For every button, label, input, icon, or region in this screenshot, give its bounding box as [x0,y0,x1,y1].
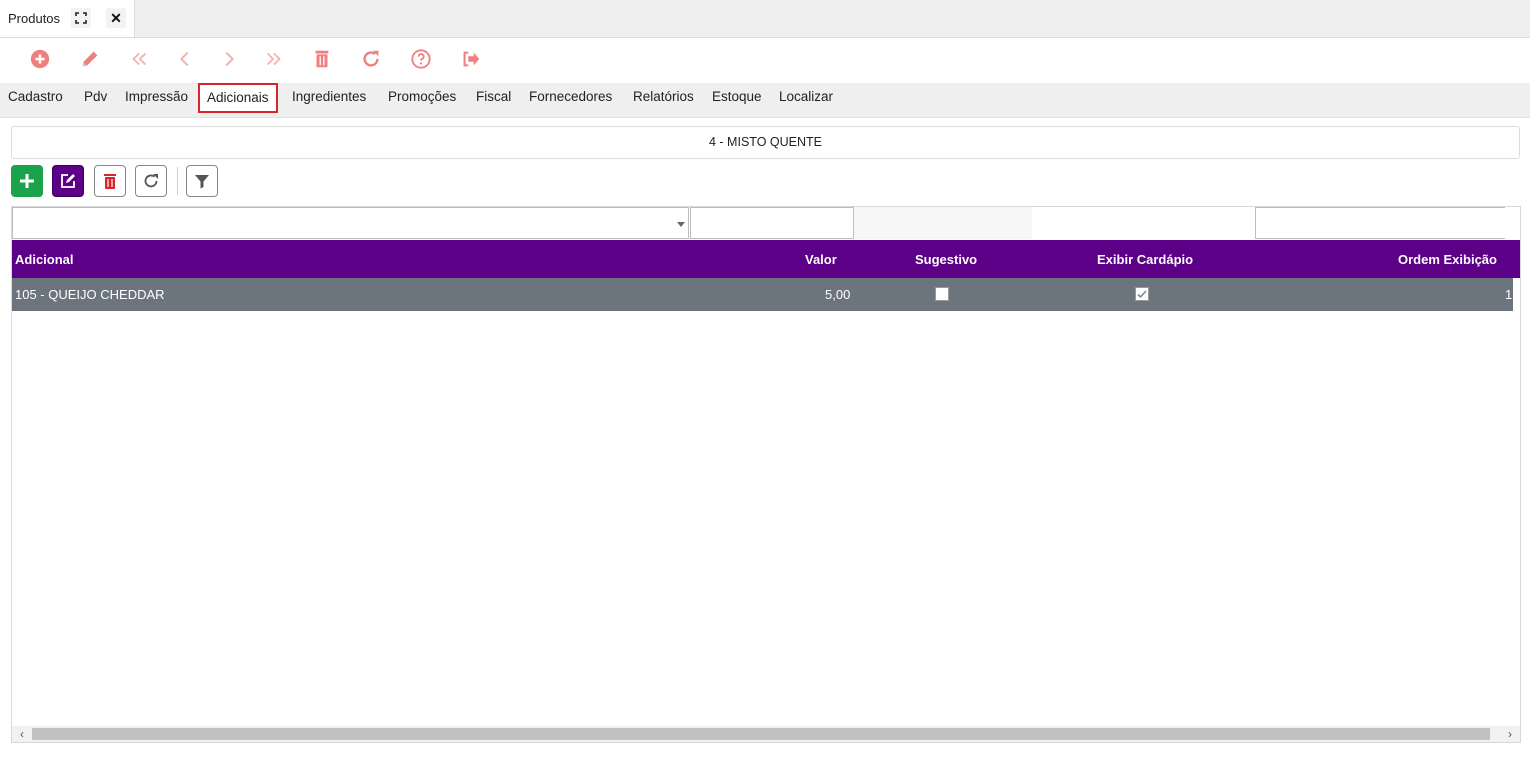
filter-adicional-select[interactable] [12,207,689,239]
tab-localizar[interactable]: Localizar [779,89,833,111]
toolbar-divider [177,167,178,195]
help-icon[interactable] [409,47,433,71]
refresh-button[interactable] [135,165,167,197]
filter-sugestivo-cell [854,207,1032,239]
record-toolbar [0,38,1530,83]
maximize-icon[interactable] [71,8,91,28]
edit-pencil-icon[interactable] [78,47,102,71]
tab-fornecedores[interactable]: Fornecedores [529,89,612,111]
cell-valor: 5,00 [825,287,851,302]
previous-record-icon[interactable] [173,47,197,71]
filter-icon [195,175,209,189]
document-tab-produtos[interactable]: Produtos ✕ [0,0,135,37]
scroll-right-icon[interactable]: › [1502,726,1518,742]
sugestivo-checkbox[interactable] [935,287,949,301]
first-record-icon[interactable] [127,47,151,71]
scroll-left-icon[interactable]: ‹ [14,726,30,742]
horizontal-scrollbar[interactable]: ‹ › [12,726,1520,742]
tab-promocoes[interactable]: Promoções [388,89,456,111]
next-record-icon[interactable] [217,47,241,71]
current-product-label: 4 - MISTO QUENTE [11,126,1520,159]
last-record-icon[interactable] [262,47,286,71]
tab-impressao[interactable]: Impressão [125,89,188,111]
refresh-icon[interactable] [359,47,383,71]
add-button[interactable] [11,165,43,197]
trash-icon [104,174,116,189]
additionals-grid: Adicional Valor Sugestivo Exibir Cardápi… [11,206,1521,743]
filter-valor-input[interactable] [690,207,854,239]
tab-ingredientes[interactable]: Ingredientes [292,89,366,111]
scrollbar-thumb[interactable] [32,728,1490,740]
tab-relatorios[interactable]: Relatórios [633,89,694,111]
checkmark-icon [1137,290,1147,299]
tab-pdv[interactable]: Pdv [84,89,107,111]
column-header-adicional[interactable]: Adicional [15,252,74,267]
filter-button[interactable] [186,165,218,197]
exibir-cardapio-checkbox[interactable] [1135,287,1149,301]
grid-header: Adicional Valor Sugestivo Exibir Cardápi… [12,240,1520,278]
column-header-valor[interactable]: Valor [805,252,837,267]
tab-cadastro[interactable]: Cadastro [8,89,63,111]
exit-icon[interactable] [459,47,483,71]
column-header-sugestivo[interactable]: Sugestivo [915,252,977,267]
cell-adicional: 105 - QUEIJO CHEDDAR [15,287,165,302]
add-circle-icon[interactable] [28,47,52,71]
document-tab-title: Produtos [8,11,61,26]
column-header-exibir-cardapio[interactable]: Exibir Cardápio [1097,252,1193,267]
cell-ordem-exibicao: 1 [1505,287,1513,302]
column-header-ordem-exibicao[interactable]: Ordem Exibição [1398,252,1497,267]
tab-estoque[interactable]: Estoque [712,89,762,111]
trash-icon[interactable] [310,47,334,71]
tab-adicionais[interactable]: Adicionais [198,83,278,113]
edit-icon [61,174,75,188]
filter-ordem-input[interactable] [1255,207,1505,239]
refresh-icon [144,174,158,188]
chevron-down-icon [677,222,685,227]
document-tab-bar: Produtos ✕ [0,0,1530,38]
close-icon[interactable]: ✕ [106,8,126,28]
edit-button[interactable] [52,165,84,197]
tab-fiscal[interactable]: Fiscal [476,89,511,111]
plus-icon [20,174,34,188]
delete-button[interactable] [94,165,126,197]
section-nav: Cadastro Pdv Impressão Adicionais Ingred… [0,83,1530,118]
grid-filter-row [12,207,1520,240]
table-row[interactable]: 105 - QUEIJO CHEDDAR 5,00 1 [12,278,1513,311]
